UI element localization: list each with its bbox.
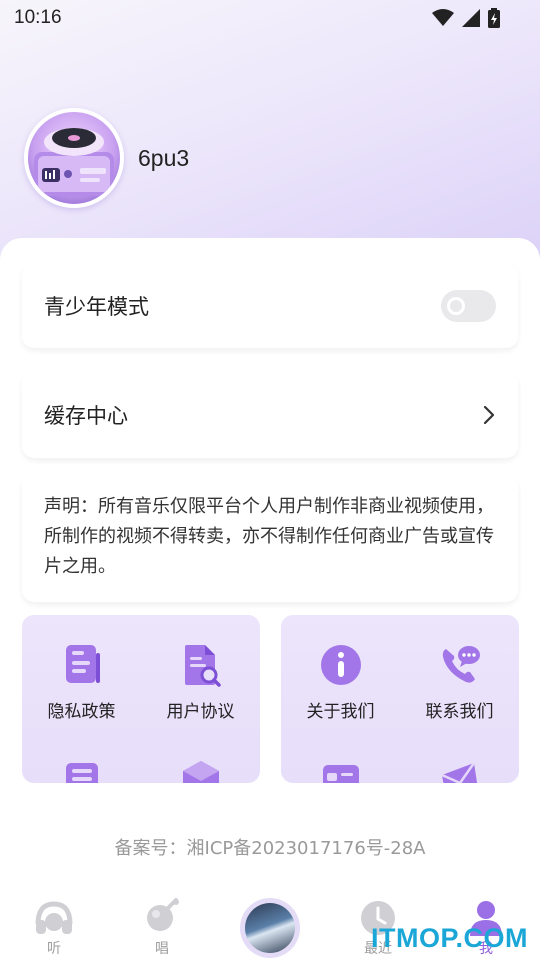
icp-record-text: 备案号：湘ICP备2023017176号-28A: [114, 838, 426, 859]
privacy-policy-label: 隐私政策: [47, 702, 116, 722]
headphones-icon: [34, 898, 74, 938]
toggle-knob: [447, 297, 465, 315]
disclaimer-card: 声明：所有音乐仅限平台个人用户制作非商业视频使用，所制作的视频不得转卖，亦不得制…: [22, 474, 518, 602]
disclaimer-text: 声明：所有音乐仅限平台个人用户制作非商业视频使用，所制作的视频不得转卖，亦不得制…: [44, 496, 494, 577]
cube-icon: [179, 759, 223, 783]
profile-header: 6pu3: [24, 108, 189, 208]
contact-us-label: 联系我们: [425, 702, 494, 722]
chevron-right-icon: [483, 405, 495, 425]
privacy-policy-item[interactable]: 隐私政策: [22, 643, 141, 722]
cache-center-label: 缓存中心: [44, 404, 128, 428]
status-time: 10:16: [14, 7, 62, 28]
document-icon: [60, 643, 104, 687]
cache-center-row[interactable]: 缓存中心: [22, 372, 518, 458]
phone-chat-icon: [438, 643, 482, 687]
tab-listen-label: 听: [47, 941, 61, 957]
tab-sing[interactable]: 唱: [108, 886, 216, 958]
user-agreement-item[interactable]: 用户协议: [141, 643, 260, 722]
mail-icon: [438, 759, 482, 783]
info-icon: [319, 643, 363, 687]
user-agreement-label: 用户协议: [166, 702, 235, 722]
username: 6pu3: [138, 144, 190, 171]
grid-item-partial[interactable]: [22, 759, 141, 783]
watermark-text: ITMOP.COM: [370, 923, 528, 953]
grid-item-partial-2[interactable]: [141, 759, 260, 783]
contact-us-item[interactable]: 联系我们: [400, 643, 519, 722]
status-icons: [432, 8, 500, 28]
now-playing-disc[interactable]: [240, 898, 300, 958]
about-us-item[interactable]: 关于我们: [281, 643, 400, 722]
microphone-icon: [142, 898, 182, 938]
grid-item-partial-3[interactable]: [281, 759, 400, 783]
newspaper-icon: [60, 759, 104, 783]
about-us-label: 关于我们: [306, 702, 375, 722]
calendar-icon: [319, 759, 363, 783]
avatar[interactable]: [24, 108, 124, 208]
teen-mode-toggle[interactable]: [441, 290, 496, 322]
teen-mode-row[interactable]: 青少年模式: [22, 264, 518, 348]
about-grid-card: 关于我们 联系我们: [281, 615, 519, 783]
teen-mode-label: 青少年模式: [44, 295, 149, 319]
status-bar: 10:16: [0, 0, 540, 36]
battery-icon: [488, 8, 500, 28]
wifi-icon: [432, 9, 454, 26]
disc-icon: [245, 903, 295, 953]
tab-listen[interactable]: 听: [0, 886, 108, 958]
signal-icon: [462, 9, 480, 27]
record-player-icon: [34, 128, 114, 196]
grid-item-partial-4[interactable]: [400, 759, 519, 783]
policy-grid-card: 隐私政策 用户协议: [22, 615, 260, 783]
tab-sing-label: 唱: [155, 941, 169, 957]
file-search-icon: [179, 643, 223, 687]
